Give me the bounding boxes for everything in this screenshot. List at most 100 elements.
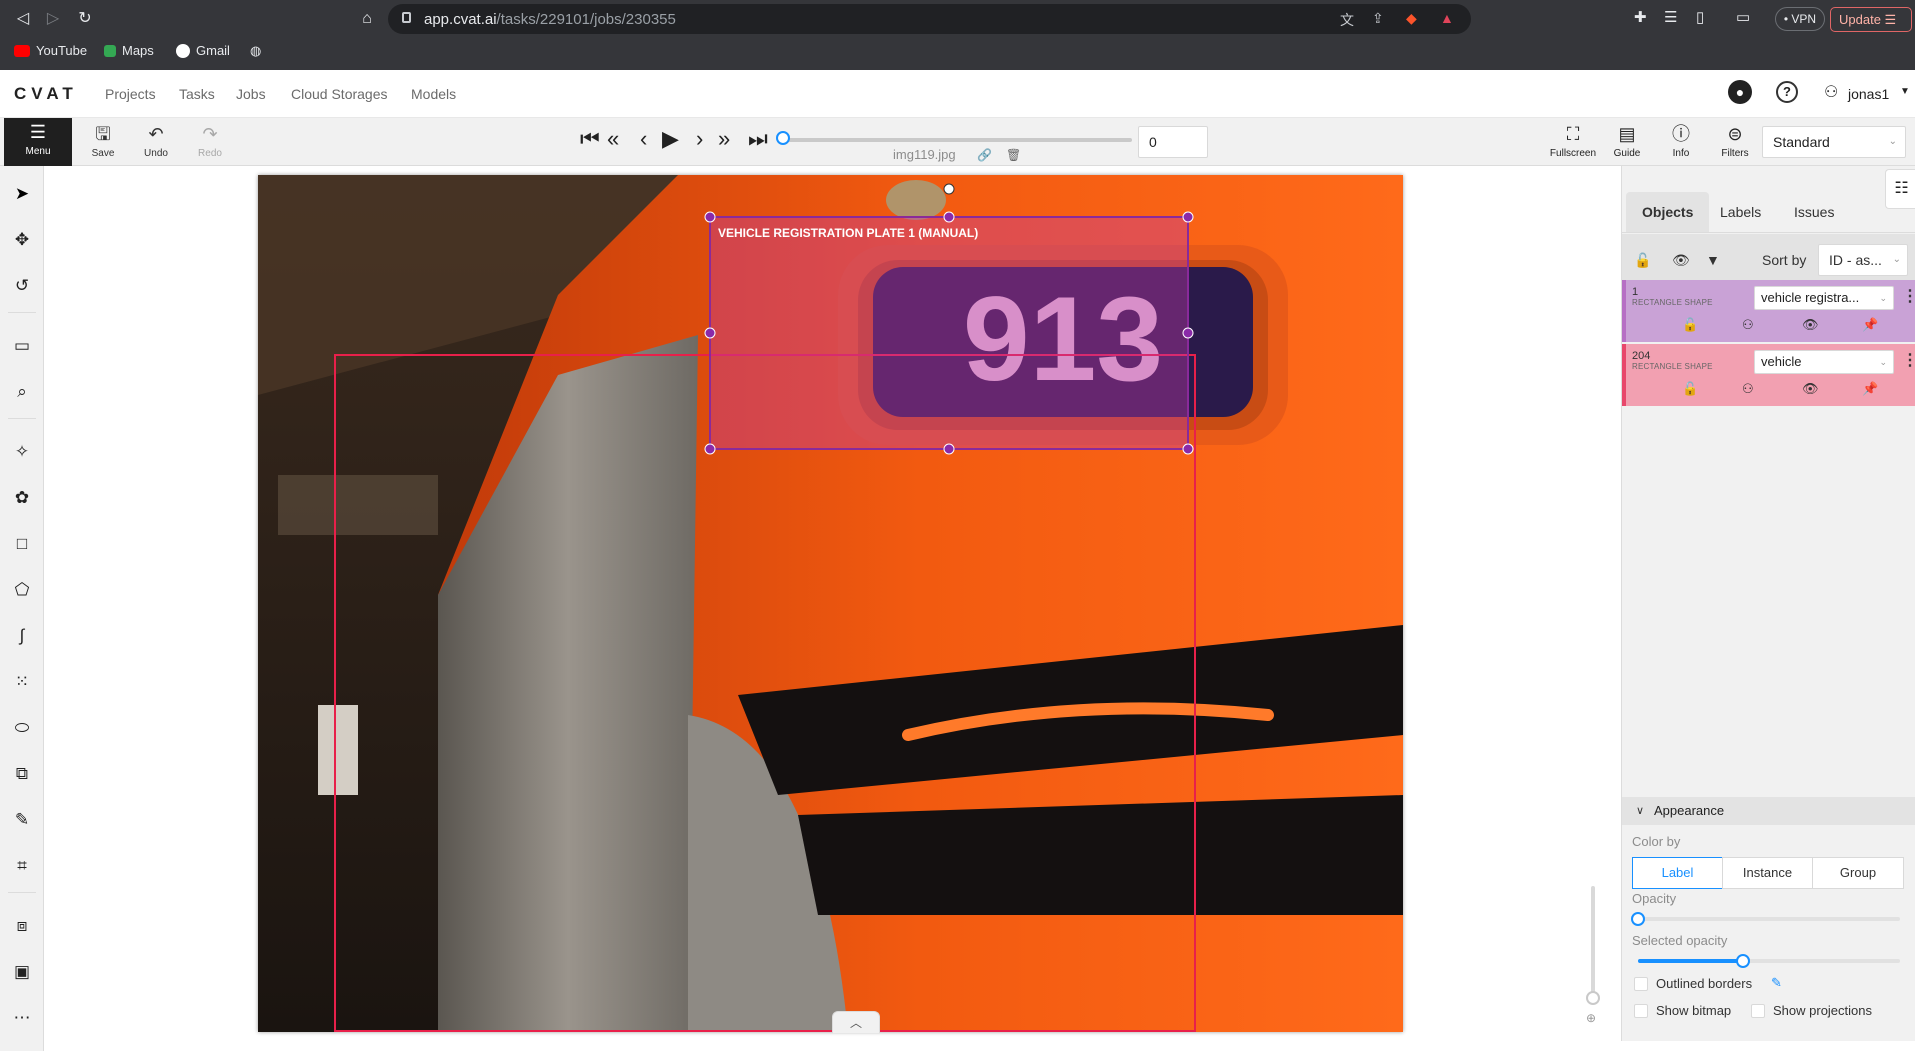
nav-models[interactable]: Models xyxy=(411,86,456,102)
sidebar-icon[interactable]: ▯ xyxy=(1696,8,1704,26)
more-options-icon[interactable]: ⋮ xyxy=(1902,286,1915,306)
nav-jobs[interactable]: Jobs xyxy=(236,86,266,102)
guide-button[interactable]: ▤ Guide xyxy=(1601,122,1653,159)
magic-wand-icon[interactable]: ✧ xyxy=(6,436,38,468)
fullscreen-button[interactable]: ⛶ Fullscreen xyxy=(1547,122,1599,159)
cvat-logo[interactable]: CVAT xyxy=(14,84,78,104)
menu-button[interactable]: ☰ Menu xyxy=(4,118,72,166)
nav-cloud-storages[interactable]: Cloud Storages xyxy=(291,86,388,102)
appearance-header[interactable]: Appearance xyxy=(1622,797,1915,825)
bookmark-gmail[interactable]: Gmail xyxy=(176,43,230,58)
lock-all-icon[interactable]: 🔓 xyxy=(1634,252,1651,269)
zoom-slider[interactable] xyxy=(1591,886,1595,996)
show-bitmap-checkbox[interactable] xyxy=(1634,1004,1648,1018)
address-bar[interactable]: app.cvat.ai/tasks/229101/jobs/230355 文 ⇪… xyxy=(388,4,1471,34)
workspace-select[interactable]: Standard ⌄ xyxy=(1762,126,1906,158)
next-frame-icon[interactable]: › xyxy=(696,128,703,150)
translate-icon[interactable]: 文 xyxy=(1340,10,1354,30)
wallet-icon[interactable]: ▭ xyxy=(1736,8,1750,26)
extensions-icon[interactable]: ✚ xyxy=(1634,8,1647,26)
bookmark-youtube[interactable]: YouTube xyxy=(14,43,87,58)
occluded-icon[interactable]: ⚇ xyxy=(1742,317,1754,333)
move-icon[interactable]: ✥ xyxy=(6,224,38,256)
chevron-up-icon[interactable]: ︿ xyxy=(832,1011,880,1033)
username[interactable]: jonas1 xyxy=(1848,86,1889,102)
fast-backward-icon[interactable]: « xyxy=(607,128,619,150)
chevron-down-icon[interactable]: ▼ xyxy=(1900,86,1910,97)
cuboid-icon[interactable]: ⧉ xyxy=(6,758,38,790)
lock-icon[interactable]: 🔓 xyxy=(1682,381,1698,397)
openvino-icon[interactable]: ✿ xyxy=(6,482,38,514)
color-by-instance-option[interactable]: Instance xyxy=(1722,857,1813,889)
fast-forward-icon[interactable]: » xyxy=(718,128,730,150)
pin-icon[interactable]: 📌 xyxy=(1862,381,1878,397)
points-icon[interactable]: ⁙ xyxy=(6,666,38,698)
opacity-slider-handle[interactable] xyxy=(1631,912,1645,926)
undo-button[interactable]: ↶ Undo xyxy=(134,122,178,159)
previous-frame-icon[interactable]: ‹ xyxy=(640,128,647,150)
object-label-select[interactable]: vehicle ⌄ xyxy=(1754,350,1894,374)
nav-tasks[interactable]: Tasks xyxy=(179,86,215,102)
collapse-sidebar-icon[interactable]: ☷ xyxy=(1885,169,1915,209)
vpn-button[interactable]: • VPN xyxy=(1775,7,1825,31)
filters-button[interactable]: ⊜ Filters xyxy=(1709,122,1761,159)
object-label-select[interactable]: vehicle registra... ⌄ xyxy=(1754,286,1894,310)
frame-number-input[interactable]: 0 xyxy=(1138,126,1208,158)
tab-labels[interactable]: Labels xyxy=(1704,192,1777,232)
pin-icon[interactable]: 📌 xyxy=(1862,317,1878,333)
link-icon[interactable]: 🔗 xyxy=(977,148,992,162)
rotate-icon[interactable]: ↺ xyxy=(6,270,38,302)
share-icon[interactable]: ⇪ xyxy=(1372,10,1384,27)
save-button[interactable]: 🖫 Save xyxy=(81,122,125,159)
chevron-down-icon[interactable]: ∨ xyxy=(1636,797,1644,825)
outlined-borders-checkbox[interactable] xyxy=(1634,977,1648,991)
zoom-in-icon[interactable]: ⊕ xyxy=(1586,1011,1596,1025)
cursor-icon[interactable]: ➤ xyxy=(6,178,38,210)
polyline-icon[interactable]: ∫ xyxy=(6,620,38,652)
nav-projects[interactable]: Projects xyxy=(105,86,156,102)
tab-issues[interactable]: Issues xyxy=(1778,192,1850,232)
reload-icon[interactable]: ↻ xyxy=(74,8,96,30)
occluded-icon[interactable]: ⚇ xyxy=(1742,381,1754,397)
update-button[interactable]: Update ☰ xyxy=(1830,7,1912,32)
bookmark-icon[interactable]: ⌂ xyxy=(356,8,378,30)
selected-opacity-slider-handle[interactable] xyxy=(1735,954,1750,968)
brave-shield-icon[interactable]: ◆ xyxy=(1406,10,1417,27)
delete-frame-icon[interactable]: 🗑 xyxy=(1006,148,1021,162)
object-item[interactable]: 204 RECTANGLE SHAPE vehicle ⌄ ⋮ 🔓 ⚇ 👁 📌 xyxy=(1622,344,1915,406)
last-frame-icon[interactable]: ⏭ xyxy=(748,128,768,150)
zoom-region-icon[interactable]: ⌕ xyxy=(6,376,38,408)
bookmark-maps[interactable]: Maps xyxy=(104,43,154,58)
frame-image[interactable]: 913 VEHICLE REGISTRATION PLATE 1 (MANUAL… xyxy=(258,175,1403,1032)
frame-slider[interactable] xyxy=(782,138,1132,142)
eye-icon[interactable]: 👁 xyxy=(1672,252,1690,269)
opacity-slider[interactable] xyxy=(1638,917,1900,921)
playlist-icon[interactable]: ☰ xyxy=(1664,8,1677,26)
more-tools-icon[interactable]: ⋯ xyxy=(6,1002,38,1034)
zoom-slider-handle[interactable] xyxy=(1586,991,1600,1005)
first-frame-icon[interactable]: ⏮ xyxy=(580,128,600,150)
selected-opacity-slider[interactable] xyxy=(1638,959,1900,963)
color-by-group-option[interactable]: Group xyxy=(1812,857,1904,889)
redo-button[interactable]: ↷ Redo xyxy=(188,122,232,159)
user-icon[interactable]: ⚇ xyxy=(1824,82,1838,102)
eye-icon[interactable]: 👁 xyxy=(1802,317,1819,333)
brave-rewards-icon[interactable]: ▲ xyxy=(1440,10,1454,26)
polygon-icon[interactable]: ⬠ xyxy=(6,574,38,606)
lock-icon[interactable]: 🔓 xyxy=(1682,317,1698,333)
brush-icon[interactable]: ✎ xyxy=(6,804,38,836)
play-icon[interactable]: ▶ xyxy=(662,128,679,150)
tag-icon[interactable]: ⌗ xyxy=(6,850,38,882)
expand-all-icon[interactable]: ▼ xyxy=(1706,252,1720,268)
github-icon[interactable]: ● xyxy=(1728,80,1752,104)
color-by-label-option[interactable]: Label xyxy=(1632,857,1723,889)
show-projections-checkbox[interactable] xyxy=(1751,1004,1765,1018)
object-item[interactable]: 1 RECTANGLE SHAPE vehicle registra... ⌄ … xyxy=(1622,280,1915,342)
forward-icon[interactable]: ▷ xyxy=(42,8,64,30)
bookmark-globe[interactable]: ◍ xyxy=(250,43,261,59)
back-icon[interactable]: ◁ xyxy=(12,8,34,30)
canvas-area[interactable]: 913 VEHICLE REGISTRATION PLATE 1 (MANUAL… xyxy=(44,166,1621,1041)
help-icon[interactable]: ? xyxy=(1776,81,1798,103)
rectangle-icon[interactable]: □ xyxy=(6,528,38,560)
ellipse-icon[interactable]: ⬭ xyxy=(6,712,38,744)
